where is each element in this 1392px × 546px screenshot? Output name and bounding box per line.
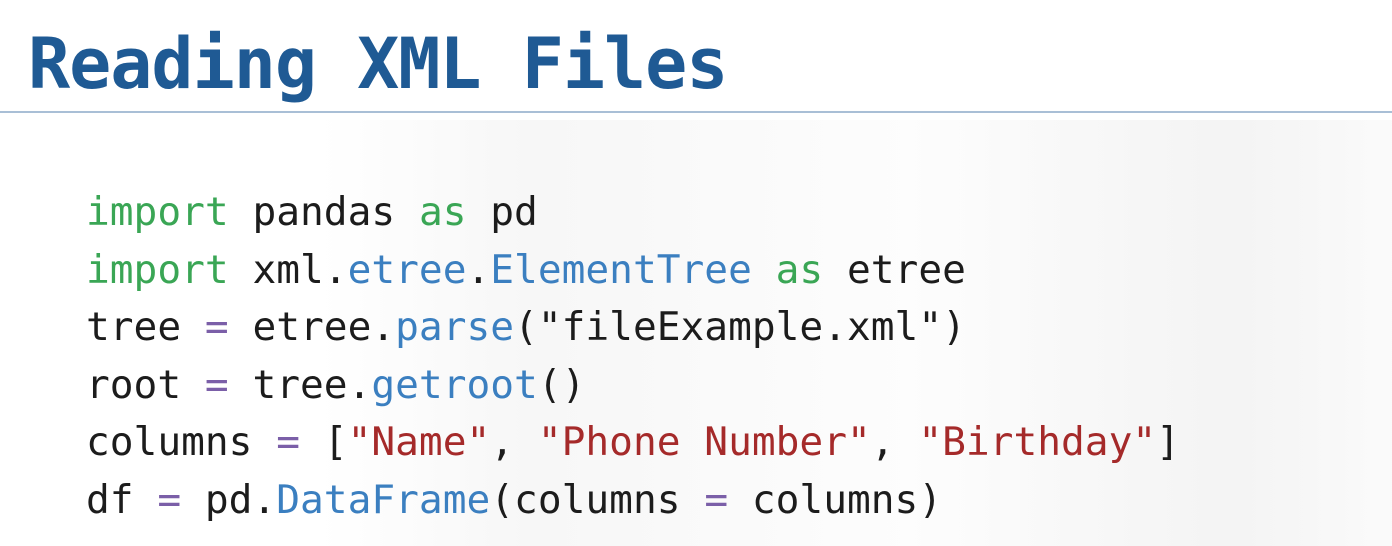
code-line: import xml.etree.ElementTree as etree	[86, 242, 1180, 300]
code-token-kw: as	[418, 189, 467, 235]
code-token-txt: columns	[86, 419, 277, 466]
code-token-txt: xml.	[228, 246, 348, 293]
code-token-txt: ,	[870, 419, 919, 466]
code-token-fn: parse	[395, 304, 515, 351]
code-token-txt: etree.	[228, 304, 396, 351]
code-token-kw: import	[86, 246, 229, 293]
code-token-txt: (	[514, 304, 538, 351]
code-token-txt: ]	[1156, 419, 1180, 466]
code-token-txt: tree	[86, 304, 205, 351]
code-token-txt: ,	[490, 419, 538, 466]
code-token-op: =	[204, 361, 229, 408]
code-line: import pandas as pd	[86, 184, 1180, 242]
code-token-txt: [	[300, 419, 348, 466]
code-token-txt: pd.	[181, 476, 277, 523]
code-token-fn: DataFrame	[276, 476, 491, 523]
code-token-kw: as	[775, 246, 824, 293]
code-token-op: =	[204, 304, 229, 351]
code-token-op: =	[276, 419, 301, 466]
code-token-txt: )	[942, 304, 966, 351]
code-token-txt: "fileExample.xml"	[537, 304, 943, 351]
code-token-str: "Phone Number"	[537, 419, 871, 466]
code-token-txt: (columns	[490, 476, 705, 523]
code-token-op: =	[157, 476, 182, 523]
title-divider	[0, 111, 1392, 113]
code-token-txt: etree	[823, 246, 966, 293]
code-token-fn: etree	[347, 246, 467, 293]
code-block: import pandas as pd import xml.etree.Elem…	[86, 184, 1180, 530]
code-token-txt: root	[86, 361, 205, 408]
code-token-txt: columns)	[728, 476, 943, 523]
code-token-str: "Name"	[347, 419, 491, 466]
code-token-fn: getroot	[371, 361, 538, 408]
code-token-txt: df	[86, 476, 158, 523]
code-token-str: "Birthday"	[918, 419, 1157, 466]
slide-title: Reading XML Files	[28, 23, 728, 105]
code-token-txt: .	[466, 246, 491, 293]
code-token-op: =	[704, 476, 729, 523]
code-token-txt: pd	[466, 189, 538, 235]
code-token-kw: import	[86, 189, 229, 235]
code-line: columns = ["Name", "Phone Number", "Birt…	[86, 414, 1180, 472]
code-token-fn: ElementTree	[490, 246, 752, 293]
code-token-txt: ()	[537, 361, 586, 408]
code-line: tree = etree.parse("fileExample.xml")	[86, 299, 1180, 357]
code-token-txt: tree.	[228, 361, 372, 408]
code-line: df = pd.DataFrame(columns = columns)	[86, 472, 1180, 530]
code-line: root = tree.getroot()	[86, 357, 1180, 415]
code-token-txt: pandas	[228, 189, 419, 235]
